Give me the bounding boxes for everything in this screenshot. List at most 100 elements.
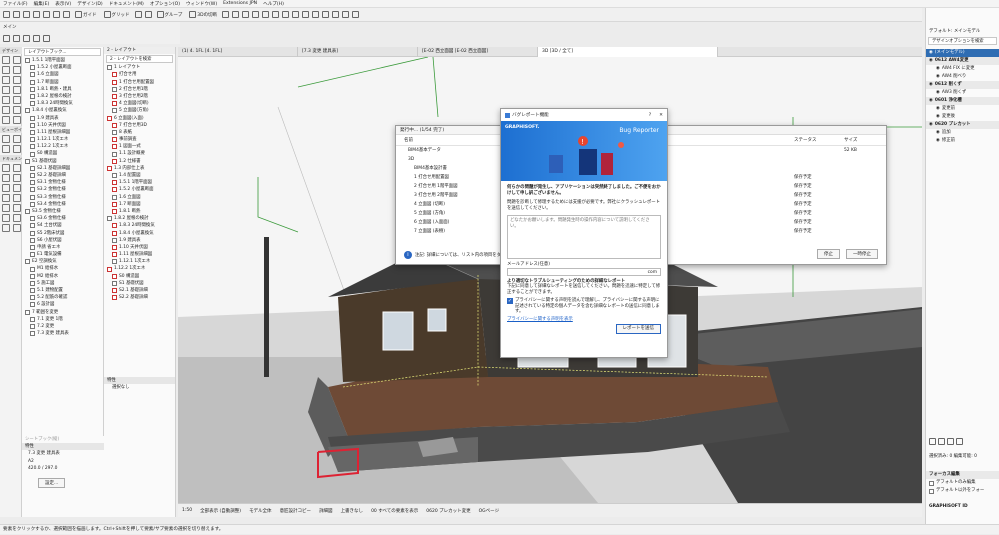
tree-item[interactable]: 1.8.2 屋根の検討	[104, 215, 175, 222]
props-row-2[interactable]: A2	[22, 458, 104, 465]
tree-item[interactable]: S0 構造図	[104, 273, 175, 280]
tree-item[interactable]: E2 空調換気	[22, 258, 103, 265]
tree-item[interactable]: 3 打合せ用2階	[104, 93, 175, 100]
tree-item[interactable]: 1.8.1 断熱・建具	[22, 86, 103, 93]
report-icon[interactable]	[352, 11, 360, 18]
tree-item[interactable]: 打合せ用	[104, 71, 175, 78]
tree-item[interactable]: 1.8.4 小屋裏換気	[104, 230, 175, 237]
undo-icon[interactable]	[43, 11, 50, 18]
design-option-item[interactable]: ◉ (メインモデル)	[926, 49, 999, 57]
tree-item[interactable]: 1.5.2 小屋裏断面	[22, 64, 103, 71]
tree-item[interactable]: 4 立面図(切断)	[104, 100, 175, 107]
guide-button[interactable]: ガイド	[73, 10, 99, 20]
og-page[interactable]: OGページ	[479, 508, 499, 514]
new-file-icon[interactable]	[3, 11, 10, 18]
tree-item[interactable]: 1.6 立面図	[22, 71, 103, 78]
rp-add-icon[interactable]	[929, 438, 936, 445]
eye-icon[interactable]: ◉	[929, 81, 933, 89]
fit-icon[interactable]	[292, 11, 300, 18]
arc-tool-icon[interactable]	[2, 194, 10, 202]
teamwork-icon[interactable]	[322, 11, 330, 18]
tree-item[interactable]: 1.9 建具表	[104, 237, 175, 244]
tree-item[interactable]: S3.5 金物仕様	[22, 208, 103, 215]
morph-tool-icon[interactable]	[13, 106, 21, 114]
send-report-button[interactable]: レポートを送信	[615, 324, 661, 334]
grid-tool-icon[interactable]	[13, 224, 21, 232]
tree-item[interactable]: S3.3 金物仕様	[22, 194, 103, 201]
graphisoft-id[interactable]: GRAPHISOFT ID	[926, 503, 999, 511]
tree-item[interactable]: 1.12.2 1次エネ	[104, 265, 175, 272]
consent-checkbox[interactable]: ✓	[507, 298, 513, 304]
tree-item[interactable]: S3.1 金物仕様	[22, 179, 103, 186]
curtain-wall-tool-icon[interactable]	[2, 106, 10, 114]
menu-item[interactable]: 表示(V)	[55, 1, 71, 7]
detail-tool-icon[interactable]	[2, 145, 10, 153]
tree-item[interactable]: 1.7 断面図	[104, 201, 175, 208]
tree-item[interactable]: S6 小屋伏図	[22, 237, 103, 244]
pen-set[interactable]: 00 すべての要素を表示	[371, 508, 418, 514]
spline-tool-icon[interactable]	[2, 204, 10, 212]
zone-tool-icon[interactable]	[13, 116, 21, 124]
line-tool-icon[interactable]	[13, 184, 21, 192]
group-button[interactable]: グループ	[155, 10, 185, 20]
design-option-item[interactable]: ◉ AW4 FIX に変更	[926, 65, 999, 73]
tree-item[interactable]: M2 給排水	[22, 273, 103, 280]
open-file-icon[interactable]	[13, 11, 20, 18]
drawing-tool-icon[interactable]	[13, 214, 21, 222]
zoom-out-icon[interactable]	[282, 11, 290, 18]
tree-item[interactable]: 7.1 変更 1階	[22, 316, 103, 323]
sheet-book-button[interactable]: シートブック(縦)	[22, 436, 104, 443]
model-view[interactable]: モデル全体	[249, 508, 272, 514]
rp-search-input[interactable]: デザインオプションを検索	[928, 37, 997, 45]
tree-item[interactable]: S3.6 金物仕様	[22, 215, 103, 222]
view-tab[interactable]: (1) 4. 1FL [4. 1FL]	[178, 46, 298, 57]
zoom-in-icon[interactable]	[272, 11, 280, 18]
tree-item[interactable]: S2.2 基礎詳細	[104, 294, 175, 301]
tree-item[interactable]: 1 図面一式	[104, 143, 175, 150]
transform-icon[interactable]	[33, 34, 40, 42]
privacy-link[interactable]: プライバシーに関する声明を表示	[507, 317, 661, 323]
marquee-icon[interactable]	[13, 34, 20, 42]
magic-wand-icon[interactable]	[23, 34, 30, 42]
eye-icon[interactable]	[232, 11, 240, 18]
tree-item[interactable]: 1.5.2 小屋裏断面	[104, 186, 175, 193]
save-icon[interactable]	[23, 11, 30, 18]
section-tool-icon[interactable]	[2, 135, 10, 143]
checkbox-icon[interactable]	[929, 488, 934, 494]
polyline-tool-icon[interactable]	[13, 194, 21, 202]
tree-item[interactable]: 1.8.4 小屋裏換気	[22, 107, 103, 114]
design-option-item[interactable]: ◉ 追加	[926, 129, 999, 137]
tree-item[interactable]: 1 打合せ用配置図	[104, 79, 175, 86]
tree-item[interactable]: 1.10 天井伏図	[22, 122, 103, 129]
eye-icon[interactable]: ◉	[936, 89, 940, 97]
door-tool-icon[interactable]	[2, 86, 10, 94]
tree-item[interactable]: S0 構造図	[22, 150, 103, 157]
view-tab[interactable]: [7.3 変更 建具表]	[298, 46, 418, 57]
tree-item[interactable]: S2.1 基礎詳細図	[22, 165, 103, 172]
figure-tool-icon[interactable]	[2, 214, 10, 222]
stair-tool-icon[interactable]	[2, 96, 10, 104]
layer-icon[interactable]	[222, 11, 230, 18]
eye-icon[interactable]: ◉	[936, 73, 940, 81]
tree-item[interactable]: 1 レイアウト	[104, 64, 175, 71]
column-tool-icon[interactable]	[13, 56, 21, 64]
tree-item[interactable]: 1.8.3 24時間換気	[22, 100, 103, 107]
chart-icon[interactable]	[342, 11, 350, 18]
pointer-icon[interactable]	[63, 11, 70, 18]
tree-item[interactable]: 7.2 変更	[22, 323, 103, 330]
detail-level[interactable]: 詳細図	[319, 508, 333, 514]
design-option-item[interactable]: ◉ 変更後	[926, 113, 999, 121]
level-tool-icon[interactable]	[13, 164, 21, 172]
tree-item[interactable]: S1 基礎伏図	[22, 158, 103, 165]
shell-tool-icon[interactable]	[13, 76, 21, 84]
beam-tool-icon[interactable]	[2, 66, 10, 74]
tree-item[interactable]: S3.4 金物仕様	[22, 201, 103, 208]
pause-button[interactable]: 一時停止	[846, 249, 878, 259]
document-tab[interactable]: ドキュメント	[0, 155, 22, 162]
tree-item[interactable]: 1.8.1 断熱	[104, 208, 175, 215]
tree-item[interactable]: 6 設計図	[22, 301, 103, 308]
zoom-level[interactable]: 1:50	[182, 508, 192, 513]
tree-item[interactable]: 1.11 屋根詳細図	[22, 129, 103, 136]
window-tool-icon[interactable]	[13, 86, 21, 94]
design-option-item[interactable]: ◉ 変更前	[926, 105, 999, 113]
